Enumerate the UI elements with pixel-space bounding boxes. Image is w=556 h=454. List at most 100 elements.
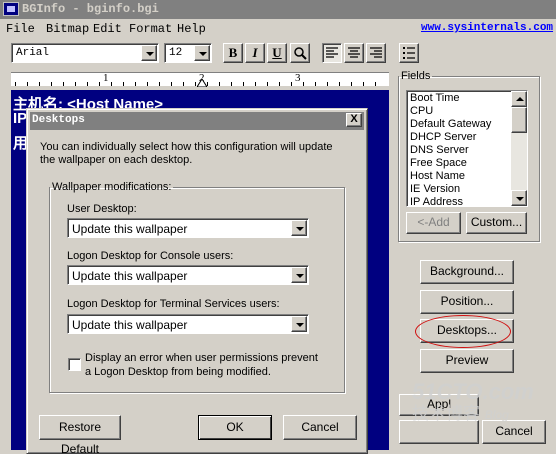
align-center-button[interactable] [344,43,364,63]
fields-scrollbar[interactable] [511,91,527,206]
font-size-combo[interactable]: 12 [164,43,212,63]
ruler-tick [123,82,124,86]
chevron-down-icon[interactable] [194,45,210,61]
bold-button[interactable]: B [223,43,243,63]
toolbar: Arial 12 B I U [0,39,556,67]
user-desktop-value: Update this wallpaper [72,222,188,236]
dialog-title: Desktops [32,114,85,126]
underline-icon: U [272,45,282,60]
app-icon [3,2,19,16]
ruler-tick [231,82,232,86]
ruler-tick [171,82,172,86]
wallpaper-group-label: Wallpaper modifications: [52,181,172,193]
position-button[interactable]: Position... [420,290,514,314]
font-name-combo[interactable]: Arial [11,43,159,63]
align-right-button[interactable] [366,43,386,63]
list-item[interactable]: DNS Server [410,144,469,156]
close-button[interactable]: X [346,113,362,127]
ruler-tick [207,82,208,86]
list-item[interactable]: Host Name [410,170,465,182]
custom-field-button[interactable]: Custom... [466,212,527,234]
permission-error-label: Display an error when user permissions p… [85,352,318,378]
watermark-line: 技术博客 Blog [412,404,534,425]
list-item[interactable]: Free Space [410,157,467,169]
menu-file[interactable]: File [6,22,35,36]
ruler-mark: 1 [103,72,109,84]
scroll-down-icon[interactable] [511,190,527,206]
position-label: Position... [440,294,494,308]
ruler-tick [375,82,376,86]
align-left-button[interactable] [322,43,342,63]
menu-format[interactable]: Format [129,22,172,36]
scroll-up-icon[interactable] [511,91,527,107]
terminal-desktop-select[interactable]: Update this wallpaper [67,314,309,334]
window-title: BGInfo - bginfo.bgi [22,2,159,16]
ruler-tick [315,82,316,86]
menu-help[interactable]: Help [177,22,206,36]
ruler-tick [183,82,184,86]
bold-icon: B [228,45,238,60]
ruler-tick [147,82,148,86]
user-desktop-select[interactable]: Update this wallpaper [67,218,309,238]
annotation-circle [415,315,511,348]
watermark-blog: Blog [484,408,509,422]
dialog-title-bar: Desktops X [30,112,364,130]
chevron-down-icon[interactable] [291,220,307,236]
list-item[interactable]: Default Gateway [410,118,491,130]
console-desktop-label: Logon Desktop for Console users: [67,250,234,262]
permission-error-checkbox[interactable] [68,358,81,371]
ruler-tick [15,82,16,86]
insert-image-button[interactable] [290,43,310,63]
menu-bitmap[interactable]: Bitmap [46,22,89,36]
watermark-line: 51CTO.com [412,379,534,404]
align-center-icon [348,47,360,58]
console-desktop-select[interactable]: Update this wallpaper [67,265,309,285]
list-item[interactable]: CPU [410,105,433,117]
add-field-button[interactable]: <-Add [406,212,461,234]
bullet-list-icon [403,47,415,59]
watermark-cn: 技术博客 [412,404,480,423]
ruler-tick [195,82,196,86]
ok-button[interactable]: OK [198,415,272,440]
italic-button[interactable]: I [245,43,265,63]
ruler-tick [159,82,160,86]
ruler-tick [219,82,220,86]
restore-default-label: Restore Default [58,420,102,454]
list-item[interactable]: Boot Time [410,92,460,104]
ruler-tick [303,82,304,86]
console-desktop-value: Update this wallpaper [72,269,188,283]
restore-default-button[interactable]: Restore Default [39,415,121,454]
user-desktop-label: User Desktop: [67,203,137,215]
bullet-list-button[interactable] [399,43,419,63]
list-item[interactable]: DHCP Server [410,131,476,143]
sysinternals-link[interactable]: www.sysinternals.com [421,22,553,34]
list-item[interactable]: IE Version [410,183,460,195]
tab-marker-icon[interactable] [197,79,207,87]
chevron-down-icon[interactable] [291,267,307,283]
custom-field-label: Custom... [470,215,523,229]
chevron-down-icon[interactable] [141,45,157,61]
ruler-tick [63,82,64,86]
scroll-thumb[interactable] [511,107,527,133]
desktops-dialog: Desktops X You can individually select h… [26,108,368,454]
ruler-tick [255,82,256,86]
dialog-description: You can individually select how this con… [40,141,333,166]
menu-edit[interactable]: Edit [93,22,122,36]
fields-list[interactable]: Boot Time CPU Default Gateway DHCP Serve… [406,90,528,207]
ruler-tick [39,82,40,86]
preview-button[interactable]: Preview [420,349,514,373]
cancel-button[interactable]: Cancel [283,415,357,440]
background-button[interactable]: Background... [420,260,514,284]
terminal-desktop-value: Update this wallpaper [72,318,188,332]
ruler-tick [267,82,268,86]
terminal-desktop-label: Logon Desktop for Terminal Services user… [67,298,280,310]
ruler: 1 2 3 [11,72,389,87]
ruler-tick [351,82,352,86]
cancel-label: Cancel [301,420,339,434]
underline-button[interactable]: U [267,43,287,63]
list-item[interactable]: IP Address [410,196,463,206]
chevron-down-icon[interactable] [291,316,307,332]
ruler-tick [291,82,292,86]
ruler-tick [27,82,28,86]
menu-bar: File Bitmap Edit Format Help www.sysinte… [0,19,556,39]
